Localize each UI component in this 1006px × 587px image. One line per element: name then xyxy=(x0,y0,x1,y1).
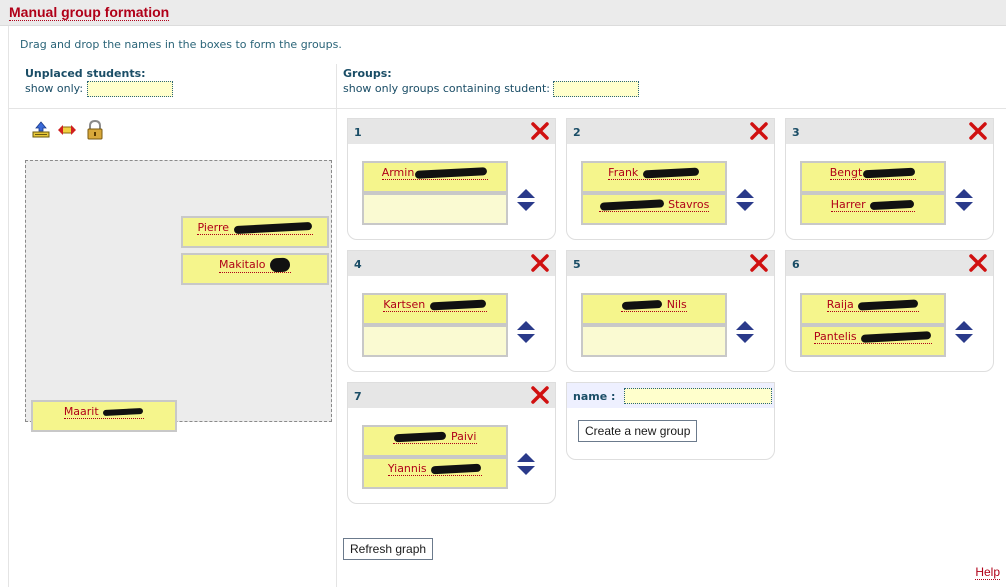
group-member-slot[interactable] xyxy=(362,325,508,357)
group-number: 1 xyxy=(354,126,362,139)
member-name: Kartsen xyxy=(383,298,426,311)
member-name: Pantelis xyxy=(813,330,857,343)
groups-header: Groups: show only groups containing stud… xyxy=(343,67,640,97)
group-header: 2 xyxy=(567,119,774,144)
member-name: Paivi xyxy=(450,430,477,443)
group-member[interactable]: Armin xyxy=(362,161,508,193)
create-group-button[interactable]: Create a new group xyxy=(578,420,698,442)
reorder-arrows-icon[interactable] xyxy=(515,187,537,213)
groups-heading: Groups: xyxy=(343,67,392,80)
new-group-name-label: name : xyxy=(573,390,616,403)
groups-filter-label: show only groups containing student: xyxy=(343,82,550,95)
group-member[interactable]: Nils xyxy=(581,293,727,325)
member-name: Stavros xyxy=(668,198,710,211)
unplaced-dropzone[interactable]: Pierre Makitalo Maarit xyxy=(25,160,332,432)
group-member[interactable]: Bengt xyxy=(800,161,946,193)
member-name: Nils xyxy=(666,298,687,311)
group-member[interactable]: Yiannis xyxy=(362,457,508,489)
group-header: 7 xyxy=(348,383,555,408)
group-member[interactable]: Frank xyxy=(581,161,727,193)
title-bar: Manual group formation xyxy=(0,0,1006,26)
reorder-arrows-icon[interactable] xyxy=(515,319,537,345)
member-name: Bengt xyxy=(829,166,863,179)
group-header: 6 xyxy=(786,251,993,276)
group-number: 5 xyxy=(573,258,581,271)
reorder-arrows-icon[interactable] xyxy=(953,187,975,213)
delete-group-icon[interactable] xyxy=(969,254,987,272)
unplaced-header: Unplaced students: show only: xyxy=(25,67,173,97)
groups-filter-input[interactable] xyxy=(553,81,640,97)
unplaced-filter-label: show only: xyxy=(25,82,84,95)
group-number: 7 xyxy=(354,390,362,403)
delete-group-icon[interactable] xyxy=(969,122,987,140)
student-card[interactable]: Maarit xyxy=(31,400,177,432)
new-group-header: name : xyxy=(567,383,774,408)
delete-group-icon[interactable] xyxy=(531,386,549,404)
group-header: 3 xyxy=(786,119,993,144)
member-name: Harrer xyxy=(830,198,866,211)
group-member[interactable]: Paivi xyxy=(362,425,508,457)
delete-group-icon[interactable] xyxy=(531,254,549,272)
group-card-2[interactable]: 2 Frank Stavros xyxy=(566,118,775,240)
import-students-icon[interactable] xyxy=(31,120,51,140)
delete-group-icon[interactable] xyxy=(750,254,768,272)
page-title: Manual group formation xyxy=(9,4,170,21)
group-number: 3 xyxy=(792,126,800,139)
group-card-1[interactable]: 1 Armin xyxy=(347,118,556,240)
student-name: Makitalo xyxy=(219,258,266,271)
member-name: Frank xyxy=(608,166,639,179)
group-card-7[interactable]: 7 Paivi Yiannis xyxy=(347,382,556,504)
group-number: 6 xyxy=(792,258,800,271)
group-member[interactable]: Harrer xyxy=(800,193,946,225)
new-group-card: name : Create a new group xyxy=(566,382,775,460)
group-member[interactable]: Raija xyxy=(800,293,946,325)
reorder-arrows-icon[interactable] xyxy=(953,319,975,345)
group-card-3[interactable]: 3 Bengt Harrer xyxy=(785,118,994,240)
student-card[interactable]: Makitalo xyxy=(181,253,329,285)
member-name: Raija xyxy=(826,298,854,311)
group-card-4[interactable]: 4 Kartsen xyxy=(347,250,556,372)
unplaced-heading: Unplaced students: xyxy=(25,67,146,80)
delete-group-icon[interactable] xyxy=(750,122,768,140)
group-member[interactable]: Stavros xyxy=(581,193,727,225)
student-card[interactable]: Pierre xyxy=(181,216,329,248)
reorder-arrows-icon[interactable] xyxy=(734,319,756,345)
student-name: Maarit xyxy=(63,405,99,418)
header-divider xyxy=(8,108,1006,109)
group-card-5[interactable]: 5 Nils xyxy=(566,250,775,372)
column-divider xyxy=(336,64,337,587)
group-member-slot[interactable] xyxy=(581,325,727,357)
unplaced-filter-input[interactable] xyxy=(86,81,173,97)
group-member[interactable]: Pantelis xyxy=(800,325,946,357)
member-name: Armin xyxy=(381,166,415,179)
instructions-text: Drag and drop the names in the boxes to … xyxy=(20,38,342,51)
group-header: 1 xyxy=(348,119,555,144)
group-header: 4 xyxy=(348,251,555,276)
reorder-arrows-icon[interactable] xyxy=(734,187,756,213)
reorder-arrows-icon[interactable] xyxy=(515,451,537,477)
group-header: 5 xyxy=(567,251,774,276)
group-member-slot[interactable] xyxy=(362,193,508,225)
left-frame-border xyxy=(8,26,9,587)
new-group-name-input[interactable] xyxy=(624,388,772,404)
student-name: Pierre xyxy=(197,221,230,234)
refresh-graph-button[interactable]: Refresh graph xyxy=(343,538,434,560)
delete-group-icon[interactable] xyxy=(531,122,549,140)
group-number: 4 xyxy=(354,258,362,271)
swap-students-icon[interactable] xyxy=(57,120,77,140)
help-link[interactable]: Help xyxy=(975,566,1000,580)
group-number: 2 xyxy=(573,126,581,139)
member-name: Yiannis xyxy=(387,462,427,475)
lock-icon[interactable] xyxy=(85,119,105,140)
group-card-6[interactable]: 6 Raija Pantelis xyxy=(785,250,994,372)
group-member[interactable]: Kartsen xyxy=(362,293,508,325)
